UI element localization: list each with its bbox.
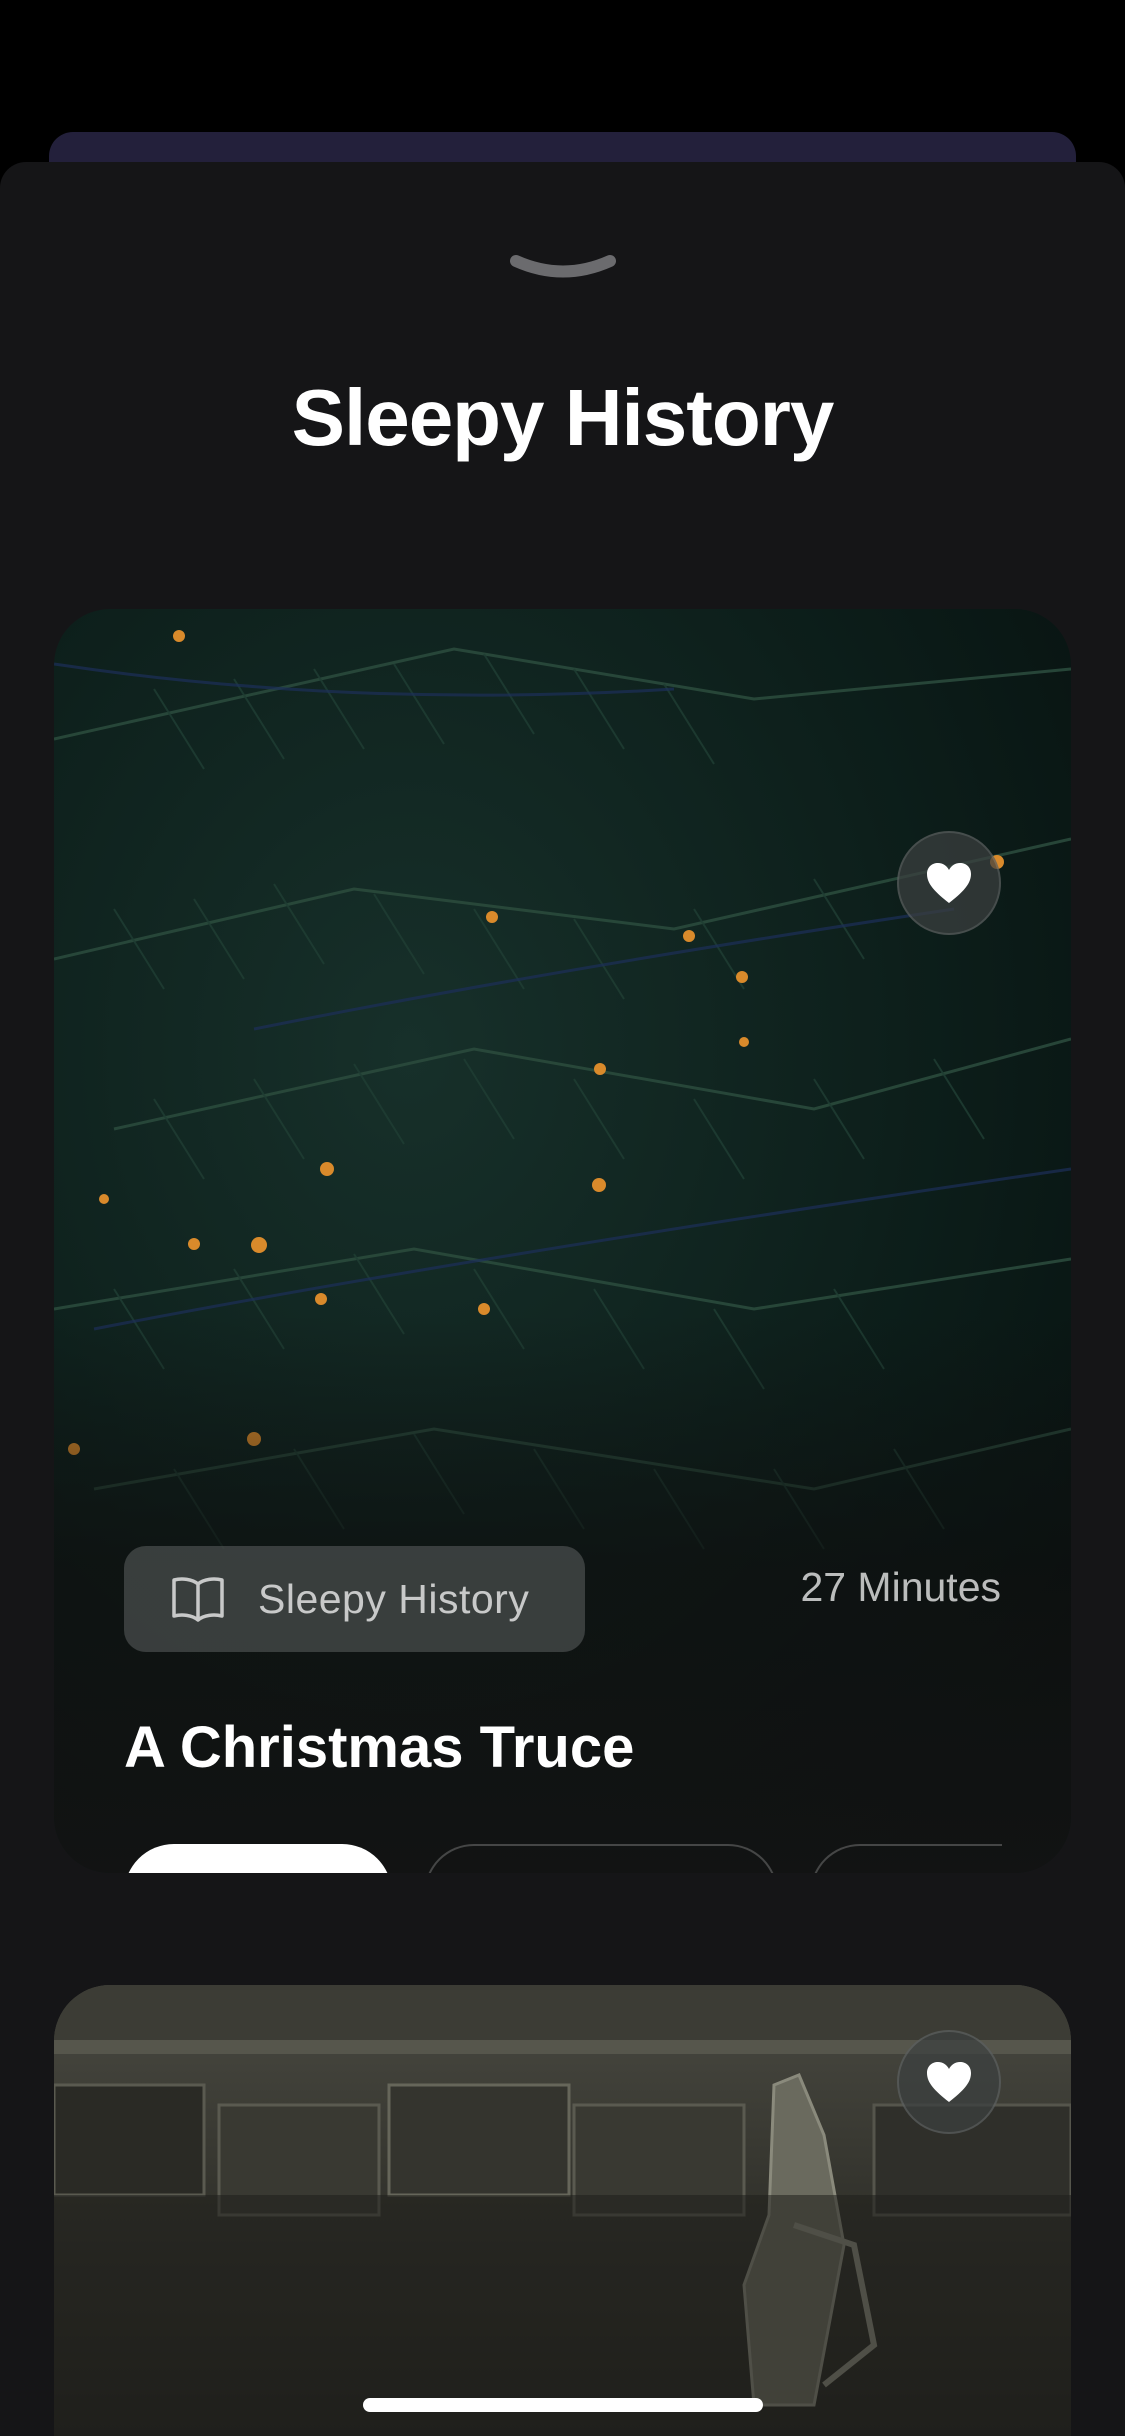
- narrator-pill-elizabeth[interactable]: Elizabeth: [424, 1844, 778, 1873]
- heart-icon: [927, 863, 971, 903]
- category-label: Sleepy History: [258, 1575, 530, 1622]
- heart-icon: [927, 2062, 971, 2102]
- narrator-pill-john[interactable]: John: [810, 1844, 1002, 1873]
- home-indicator[interactable]: [363, 2398, 763, 2412]
- duration-label: 27 Minutes: [800, 1564, 1001, 1610]
- story-sheet: Sleepy History Sleepy History 27 Minutes…: [0, 162, 1125, 2436]
- favorite-button[interactable]: [897, 831, 1001, 935]
- narrator-pill-abbe[interactable]: Abbe: [124, 1844, 392, 1873]
- story-title: A Christmas Truce: [124, 1715, 635, 1780]
- page-title: Sleepy History: [291, 373, 835, 462]
- story-card[interactable]: [54, 1985, 1071, 2436]
- open-book-icon: [172, 1577, 224, 1622]
- story-card[interactable]: Sleepy History 27 Minutes A Christmas Tr…: [54, 609, 1071, 1873]
- favorite-button[interactable]: [897, 2030, 1001, 2134]
- category-tag[interactable]: Sleepy History: [124, 1546, 585, 1652]
- narrator-selector: Abbe Elizabeth John: [124, 1844, 1002, 1873]
- dismiss-chevron-icon[interactable]: [508, 252, 618, 286]
